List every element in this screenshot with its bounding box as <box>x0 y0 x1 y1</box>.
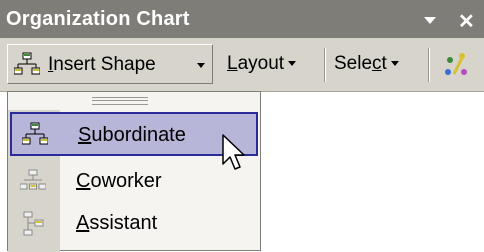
coworker-icon <box>20 169 46 190</box>
org-chart-toolbar: Insert Shape Layout Select <box>0 38 484 92</box>
close-icon[interactable]: ✕ <box>458 12 475 32</box>
pane-options-dropdown-icon[interactable] <box>423 16 437 26</box>
task-pane-titlebar: Organization Chart ✕ <box>0 0 484 38</box>
select-dropdown-icon <box>390 61 399 67</box>
menu-item-coworker[interactable]: Coworker <box>10 160 258 204</box>
panel-title: Organization Chart <box>6 8 190 30</box>
select-button[interactable]: Select <box>334 44 420 84</box>
menu-item-subordinate[interactable]: Subordinate <box>10 112 258 156</box>
insert-shape-dropdown-icon <box>197 63 205 68</box>
menu-item-assistant[interactable]: Assistant <box>10 202 258 246</box>
autoformat-icon[interactable] <box>440 50 474 80</box>
toolbar-separator <box>428 48 430 82</box>
assistant-icon <box>23 211 44 236</box>
menu-item-label: Assistant <box>76 212 158 234</box>
layout-label: Layout <box>227 53 285 74</box>
layout-button[interactable]: Layout <box>227 44 319 84</box>
subordinate-icon <box>22 122 48 145</box>
menu-item-label: Subordinate <box>78 124 186 146</box>
insert-shape-icon <box>14 52 40 75</box>
menu-item-label: Coworker <box>76 170 162 192</box>
select-label: Select <box>334 53 387 74</box>
mouse-pointer-icon <box>222 134 245 170</box>
insert-shape-button[interactable]: Insert Shape <box>7 44 213 84</box>
layout-dropdown-icon <box>288 61 297 67</box>
toolbar-separator <box>324 48 326 82</box>
insert-shape-label: Insert Shape <box>48 54 156 75</box>
menu-drag-handle[interactable] <box>92 97 148 105</box>
